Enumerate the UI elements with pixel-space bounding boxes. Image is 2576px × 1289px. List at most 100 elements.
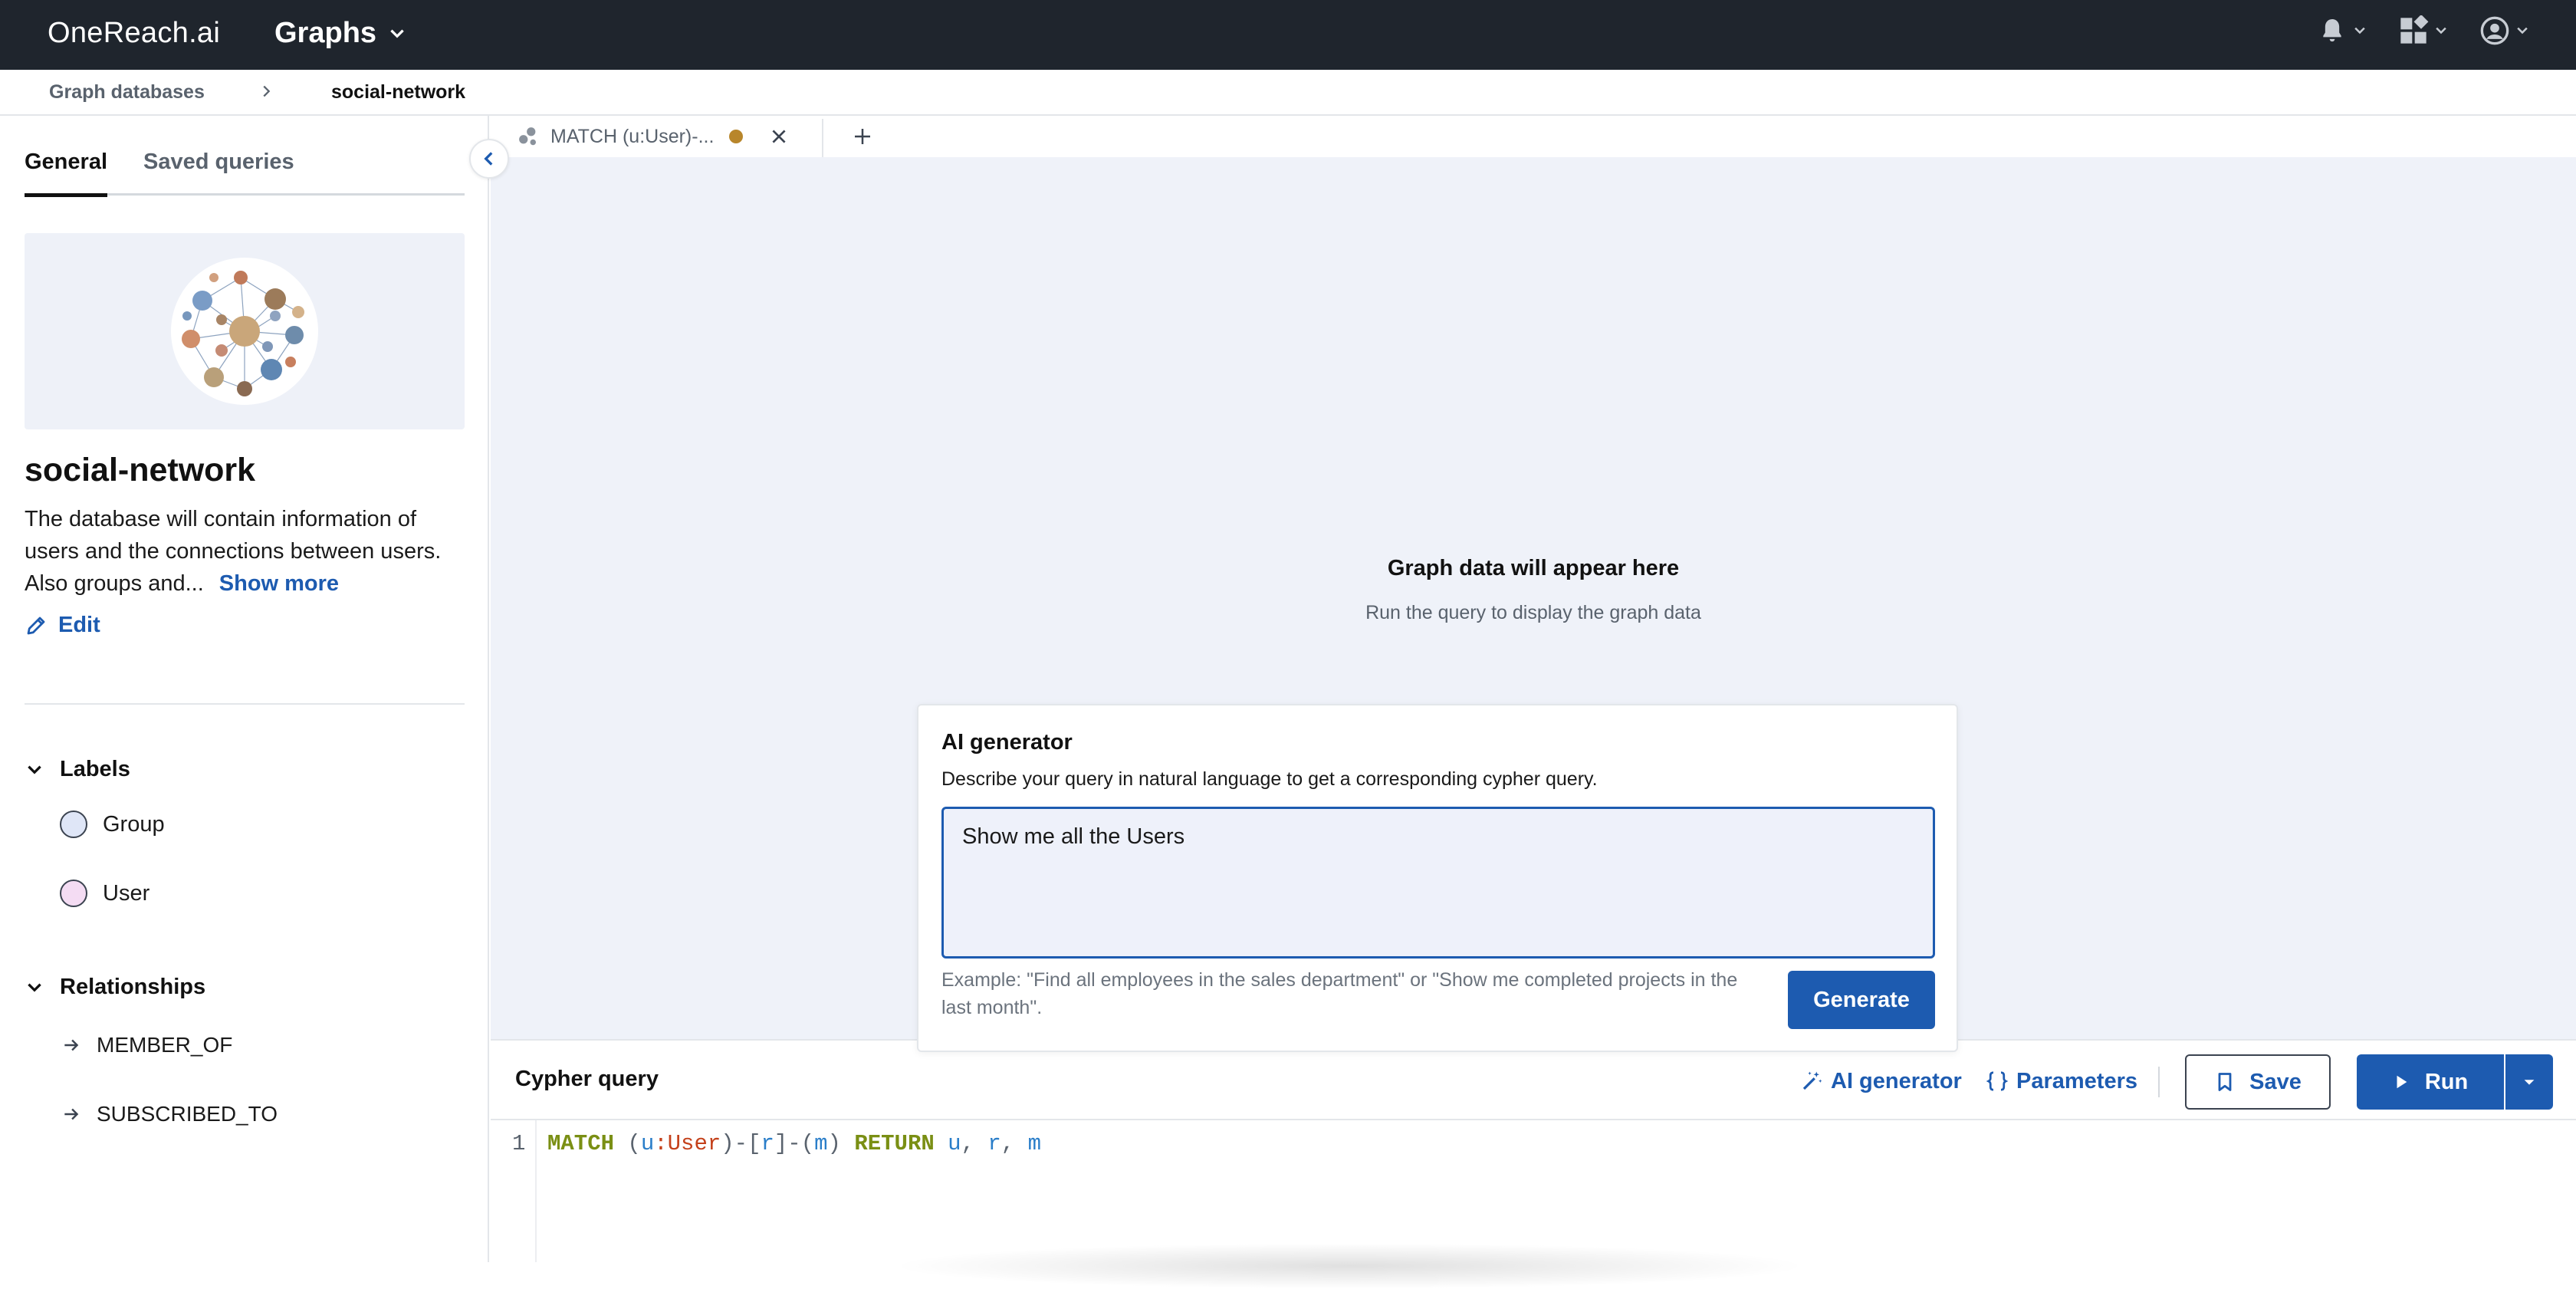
label-name: Group: [103, 811, 165, 837]
app-switcher[interactable]: Graphs: [274, 17, 407, 50]
chevron-down-icon: [28, 983, 41, 992]
bottom-shadow: [889, 1243, 1809, 1289]
empty-state-title: Graph data will appear here: [1387, 556, 1680, 580]
keyword-token: RETURN: [854, 1131, 935, 1156]
chevron-right-icon: [263, 85, 271, 97]
breadcrumb-graph-databases[interactable]: Graph databases: [49, 81, 205, 104]
variable-token: u: [948, 1131, 961, 1156]
keyword-token: MATCH: [547, 1131, 615, 1156]
query-tab[interactable]: MATCH (u:User)-...: [508, 116, 822, 157]
label-color-dot: [60, 880, 87, 907]
bookmark-icon: [2218, 1073, 2232, 1091]
variable-token: r: [761, 1131, 774, 1156]
generate-button[interactable]: Generate: [1788, 971, 1935, 1029]
relationship-name: MEMBER_OF: [97, 1033, 233, 1057]
labels-heading: Labels: [60, 757, 130, 781]
save-label: Save: [2249, 1069, 2302, 1094]
relationships-section-toggle[interactable]: Relationships: [25, 975, 205, 1000]
close-icon[interactable]: [769, 127, 789, 146]
ai-generator-title: AI generator: [941, 730, 1073, 755]
punct-token: )-[: [721, 1131, 761, 1156]
run-query-button[interactable]: Run: [2357, 1054, 2504, 1110]
chevron-down-icon: [2436, 27, 2446, 35]
ai-generator-panel: AI generator Describe your query in natu…: [917, 704, 1958, 1052]
variable-token: r: [987, 1131, 1001, 1156]
relationship-name: SUBSCRIBED_TO: [97, 1102, 278, 1126]
apps-grid-icon: [2400, 15, 2429, 44]
editor-gutter: 1: [491, 1120, 537, 1262]
label-color-dot: [60, 811, 87, 838]
side-tabs: General Saved queries: [25, 150, 465, 197]
play-icon: [2397, 1075, 2407, 1089]
collapse-panel-button[interactable]: [469, 139, 509, 179]
save-query-button[interactable]: Save: [2185, 1054, 2331, 1110]
label-item-user[interactable]: User: [60, 880, 150, 907]
account-menu[interactable]: [2479, 15, 2530, 46]
onereach-logo[interactable]: OneReach.ai: [48, 17, 220, 50]
label-name: User: [103, 880, 150, 906]
breadcrumb: Graph databases social-network: [0, 70, 2576, 116]
app-name: Graphs: [274, 17, 377, 49]
ai-generator-button[interactable]: AI generator: [1800, 1062, 1962, 1100]
query-tab-label: MATCH (u:User)-...: [550, 125, 715, 147]
cypher-editor[interactable]: 1 MATCH (u:User)-[r]-(m) RETURN u, r, m: [491, 1120, 2576, 1289]
top-navigation-bar: OneReach.ai Graphs: [0, 0, 2576, 70]
ai-generator-description: Describe your query in natural language …: [941, 768, 1598, 790]
variable-token: u: [640, 1131, 655, 1156]
add-tab-icon[interactable]: [851, 125, 874, 148]
chevron-left-icon: [484, 152, 493, 166]
braces-icon: [1986, 1071, 2009, 1091]
chevron-down-icon: [2354, 27, 2365, 35]
ai-generator-label: AI generator: [1831, 1068, 1962, 1093]
punct-token: ): [827, 1131, 855, 1156]
apps-menu[interactable]: [2398, 15, 2449, 46]
arrow-right-icon: [64, 1039, 79, 1051]
tab-general[interactable]: General: [25, 150, 107, 197]
notifications-menu[interactable]: [2317, 15, 2367, 46]
arrow-right-icon: [64, 1108, 79, 1120]
run-options-dropdown[interactable]: [2505, 1054, 2553, 1110]
magic-wand-icon: [1802, 1071, 1822, 1090]
label-token: User: [667, 1131, 721, 1156]
chevron-down-icon: [28, 765, 41, 774]
parameters-button[interactable]: Parameters: [1986, 1062, 2137, 1100]
punct-token: [935, 1131, 948, 1156]
database-description: The database will contain information of…: [25, 503, 469, 600]
query-tab-container: MATCH (u:User)-...: [508, 116, 1296, 157]
tab-saved-queries[interactable]: Saved queries: [143, 150, 294, 187]
variable-token: m: [814, 1131, 828, 1156]
user-avatar-icon: [2480, 16, 2509, 45]
database-name: social-network: [25, 452, 256, 488]
unsaved-indicator: [729, 130, 744, 143]
toolbar-divider: [2158, 1067, 2160, 1097]
parameters-label: Parameters: [2016, 1068, 2137, 1093]
left-panel: General Saved queries social-network The…: [0, 116, 489, 1262]
relationship-item-member-of[interactable]: MEMBER_OF: [61, 1033, 232, 1057]
chevron-down-icon: [2517, 27, 2528, 35]
cypher-query-title: Cypher query: [515, 1067, 659, 1091]
show-more-link[interactable]: Show more: [219, 571, 339, 596]
label-item-group[interactable]: Group: [60, 811, 165, 838]
labels-section-toggle[interactable]: Labels: [25, 757, 130, 782]
bell-icon: [2323, 19, 2341, 42]
divider: [25, 703, 465, 705]
tab-divider: [822, 119, 823, 157]
relationship-item-subscribed-to[interactable]: SUBSCRIBED_TO: [61, 1102, 278, 1126]
pencil-icon: [27, 617, 45, 634]
social-network-graph-image: [171, 258, 318, 405]
empty-state-subtitle: Run the query to display the graph data: [1365, 602, 1701, 623]
ai-example-hint: Example: "Find all employees in the sale…: [941, 969, 1738, 1018]
run-label: Run: [2424, 1069, 2469, 1094]
edit-database-button[interactable]: Edit: [25, 613, 100, 638]
breadcrumb-current: social-network: [331, 81, 466, 103]
graph-nodes-icon: [519, 127, 536, 146]
punct-token: ,: [1001, 1131, 1028, 1156]
punct-token: ]-(: [774, 1131, 815, 1156]
ai-prompt-input[interactable]: Show me all the Users: [941, 807, 1935, 959]
line-number: 1: [512, 1131, 526, 1156]
punct-token: ,: [961, 1131, 988, 1156]
caret-down-icon: [2524, 1080, 2535, 1085]
variable-token: m: [1027, 1131, 1041, 1156]
edit-label: Edit: [58, 613, 100, 637]
database-illustration: [25, 233, 465, 429]
